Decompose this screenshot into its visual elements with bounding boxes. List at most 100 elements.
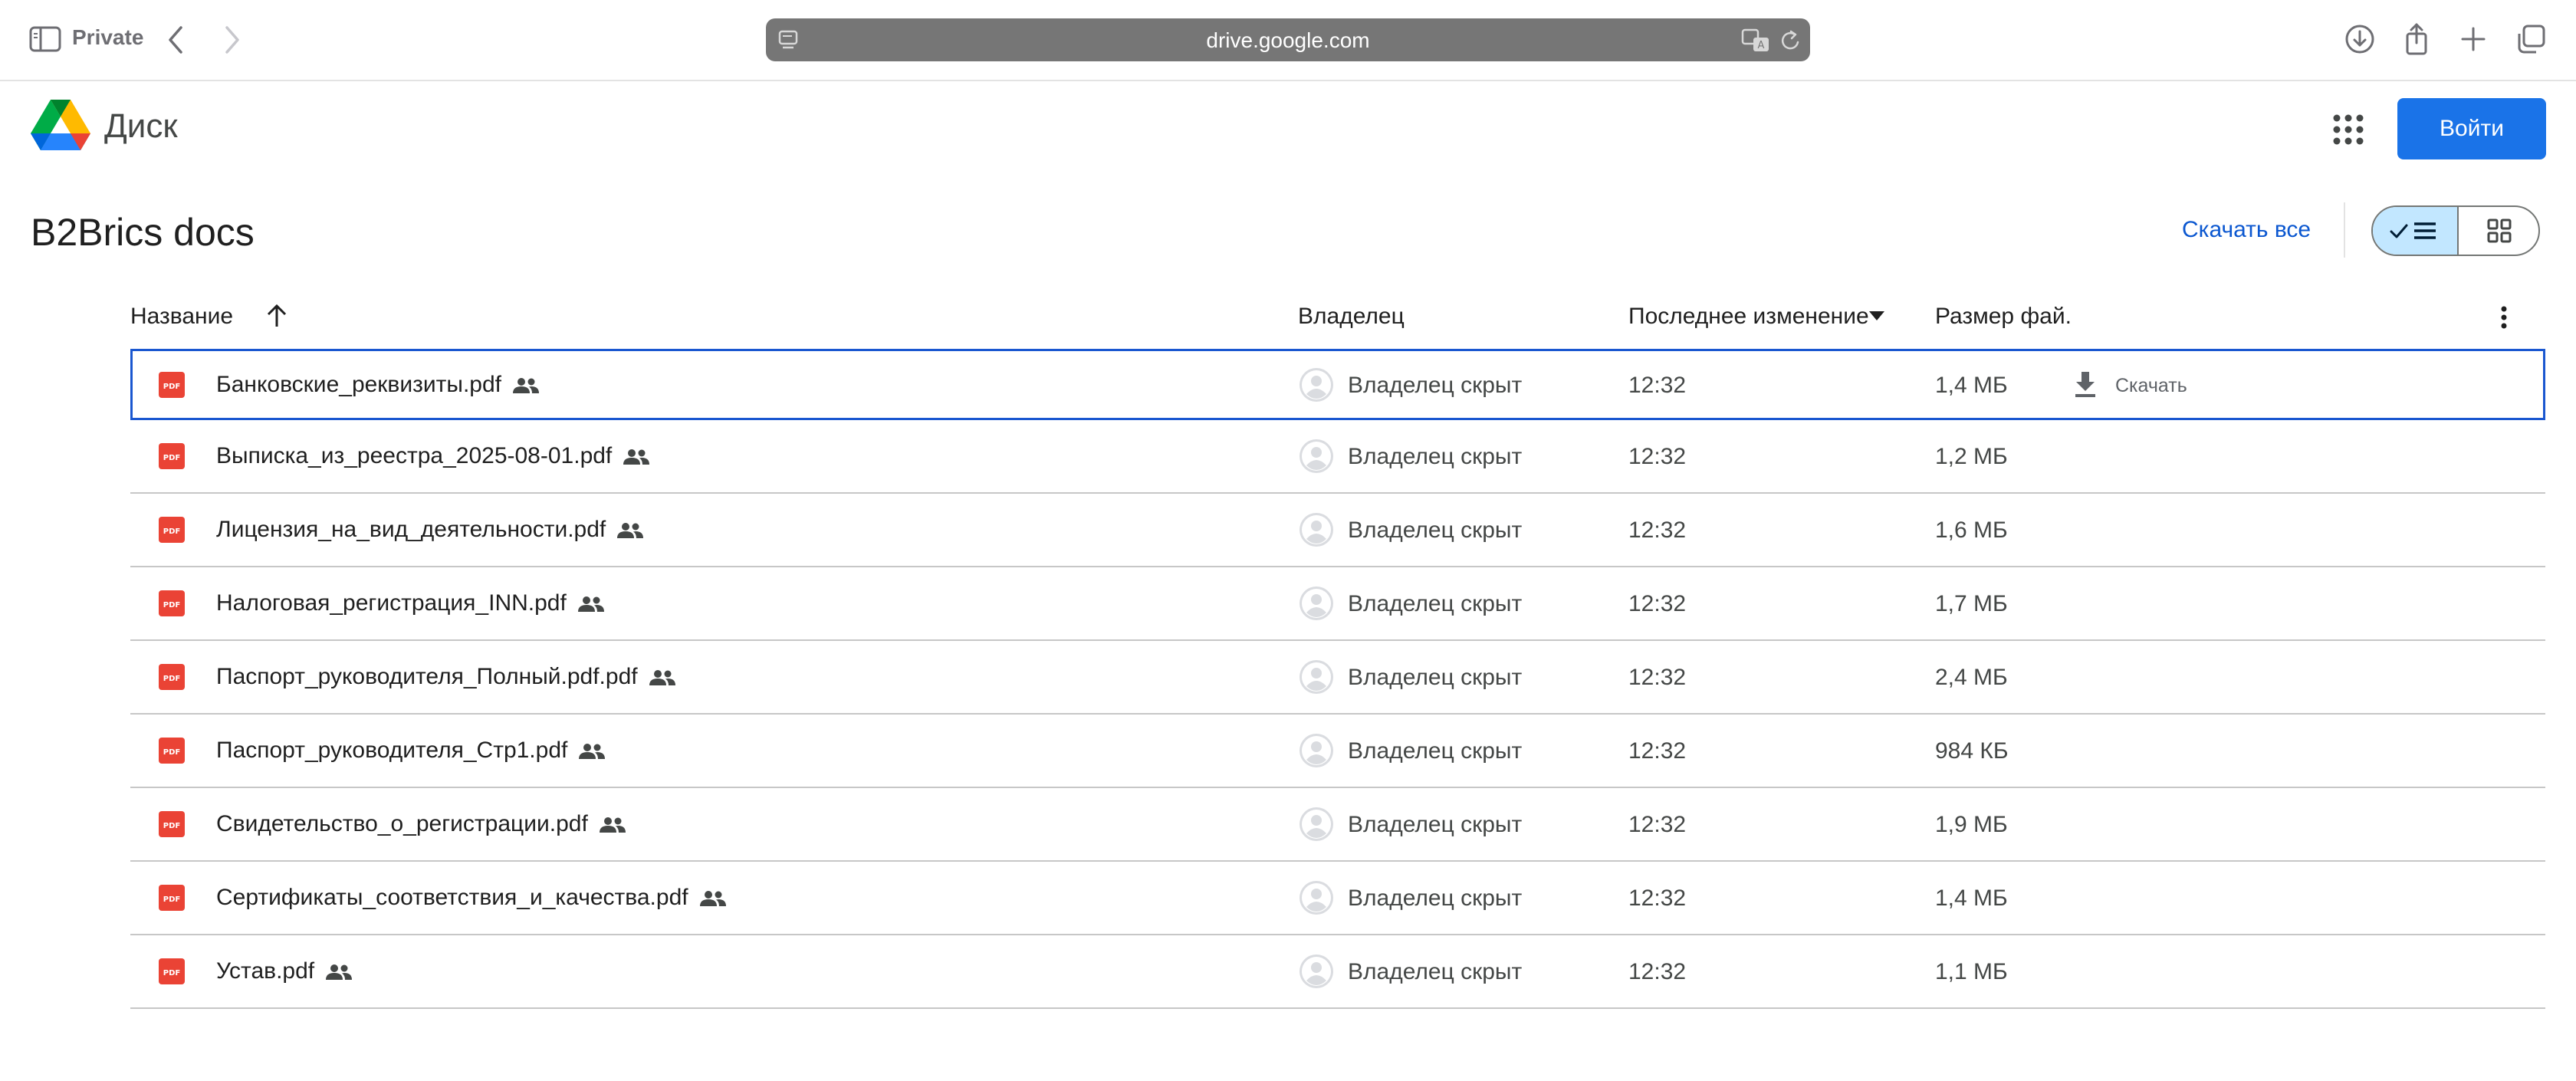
modified-time: 12:32 (1628, 373, 1687, 398)
download-all-button[interactable]: Скачать все (2182, 217, 2311, 243)
grid-view-icon (2487, 219, 2512, 243)
pdf-icon: PDF (159, 738, 185, 764)
owner-name: Владелец скрыт (1348, 812, 1523, 837)
modified-time: 12:32 (1628, 812, 1687, 837)
file-name: Выписка_из_реестра_2025-08-01.pdf (216, 443, 613, 468)
modified-time: 12:32 (1628, 518, 1687, 543)
people-icon (512, 378, 539, 394)
svg-text:PDF: PDF (163, 601, 180, 610)
modified-time: 12:32 (1628, 886, 1687, 911)
reload-icon[interactable] (1779, 28, 1802, 53)
people-icon (579, 744, 606, 760)
table-row[interactable]: PDF Паспорт_руководителя_Полный.pdf.pdf … (130, 641, 2545, 715)
download-icon[interactable] (2073, 370, 2098, 399)
file-size: 1,2 МБ (1935, 444, 2008, 469)
file-size: 984 КБ (1935, 738, 2009, 764)
column-header-name[interactable]: Название (130, 304, 233, 330)
avatar-icon (1300, 660, 1333, 694)
file-size: 1,7 МБ (1935, 591, 2008, 616)
svg-text:PDF: PDF (163, 527, 180, 536)
caret-down-icon[interactable] (1869, 311, 1884, 322)
sidebar-icon[interactable] (29, 26, 61, 52)
file-size: 1,9 МБ (1935, 812, 2008, 837)
file-name: Свидетельство_о_регистрации.pdf (216, 811, 588, 836)
private-label: Private (72, 25, 144, 49)
svg-text:PDF: PDF (163, 822, 180, 830)
people-icon (326, 964, 353, 981)
people-icon (623, 449, 650, 465)
owner-name: Владелец скрыт (1348, 444, 1523, 469)
avatar-icon (1300, 807, 1333, 841)
signin-button[interactable]: Войти (2397, 98, 2546, 159)
people-icon (599, 817, 626, 833)
avatar-icon (1300, 586, 1333, 620)
column-header-modified[interactable]: Последнее изменение (1628, 304, 1869, 330)
file-name: Банковские_реквизиты.pdf (216, 372, 501, 397)
people-icon (617, 523, 644, 539)
arrow-up-icon[interactable] (264, 302, 290, 330)
svg-text:PDF: PDF (163, 748, 180, 757)
table-row[interactable]: PDF Паспорт_руководителя_Стр1.pdf Владел… (130, 715, 2545, 788)
owner-name: Владелец скрыт (1348, 373, 1523, 398)
table-row[interactable]: PDF Лицензия_на_вид_деятельности.pdf Вла… (130, 494, 2545, 567)
table-row[interactable]: PDF Свидетельство_о_регистрации.pdf Влад… (130, 788, 2545, 862)
file-size: 1,4 МБ (1935, 886, 2008, 911)
pdf-icon: PDF (159, 885, 185, 911)
download-circle-icon[interactable] (2343, 21, 2377, 57)
avatar-icon (1300, 734, 1333, 767)
table-row[interactable]: PDF Сертификаты_соответствия_и_качества.… (130, 862, 2545, 935)
grid-view-button[interactable] (2459, 207, 2538, 255)
owner-name: Владелец скрыт (1348, 738, 1523, 764)
browser-toolbar: Private drive.google.com A (0, 0, 2576, 81)
table-row[interactable]: PDF Налоговая_регистрация_INN.pdf Владел… (130, 567, 2545, 641)
list-view-button[interactable] (2373, 207, 2459, 255)
chevron-left-icon[interactable] (164, 23, 187, 57)
apps-grid-icon[interactable] (2331, 112, 2366, 147)
file-size: 1,1 МБ (1935, 959, 2008, 984)
column-header-size: Размер фай. (1935, 304, 2072, 329)
svg-text:PDF: PDF (163, 383, 180, 391)
file-size: 2,4 МБ (1935, 665, 2008, 690)
tabs-icon[interactable] (2515, 21, 2548, 57)
file-name: Лицензия_на_вид_деятельности.pdf (216, 517, 606, 542)
list-view-icon (2390, 222, 2436, 239)
owner-name: Владелец скрыт (1348, 959, 1523, 984)
folder-title: B2Brics docs (31, 211, 255, 254)
svg-text:PDF: PDF (163, 895, 180, 904)
file-name: Паспорт_руководителя_Полный.pdf.pdf (216, 664, 638, 689)
file-name: Налоговая_регистрация_INN.pdf (216, 590, 567, 616)
owner-name: Владелец скрыт (1348, 665, 1523, 690)
owner-name: Владелец скрыт (1348, 518, 1523, 543)
file-size: 1,4 МБ (1935, 373, 2008, 398)
table-row[interactable]: PDF Устав.pdf Владелец скрыт 12:32 1,1 М… (130, 935, 2545, 1009)
modified-time: 12:32 (1628, 591, 1687, 616)
avatar-icon (1300, 881, 1333, 915)
file-name: Паспорт_руководителя_Стр1.pdf (216, 738, 568, 763)
address-bar[interactable]: drive.google.com A (766, 18, 1810, 61)
file-name: Сертификаты_соответствия_и_качества.pdf (216, 885, 688, 910)
download-button[interactable]: Скачать (2115, 375, 2187, 397)
avatar-icon (1300, 513, 1333, 547)
svg-text:PDF: PDF (163, 969, 180, 978)
google-drive-logo[interactable] (31, 98, 90, 152)
plus-icon[interactable] (2456, 21, 2490, 57)
divider (2344, 202, 2345, 258)
people-icon (649, 670, 675, 686)
modified-time: 12:32 (1628, 665, 1687, 690)
avatar-icon (1300, 955, 1333, 988)
url-text: drive.google.com (1206, 28, 1370, 52)
chevron-right-icon[interactable] (221, 23, 244, 57)
table-row[interactable]: PDF Выписка_из_реестра_2025-08-01.pdf Вл… (130, 420, 2545, 494)
translate-icon[interactable]: A (1741, 28, 1772, 54)
view-toggle (2371, 205, 2540, 256)
share-icon[interactable] (2400, 21, 2433, 57)
people-icon (699, 891, 726, 907)
owner-name: Владелец скрыт (1348, 886, 1523, 911)
app-name: Диск (104, 107, 178, 145)
more-vert-icon[interactable] (2492, 302, 2516, 333)
pdf-icon: PDF (159, 811, 185, 837)
pdf-icon: PDF (159, 958, 185, 984)
table-row[interactable]: PDF Банковские_реквизиты.pdf Владелец ск… (130, 349, 2545, 420)
avatar-icon (1300, 439, 1333, 473)
column-header-owner: Владелец (1298, 304, 1405, 329)
